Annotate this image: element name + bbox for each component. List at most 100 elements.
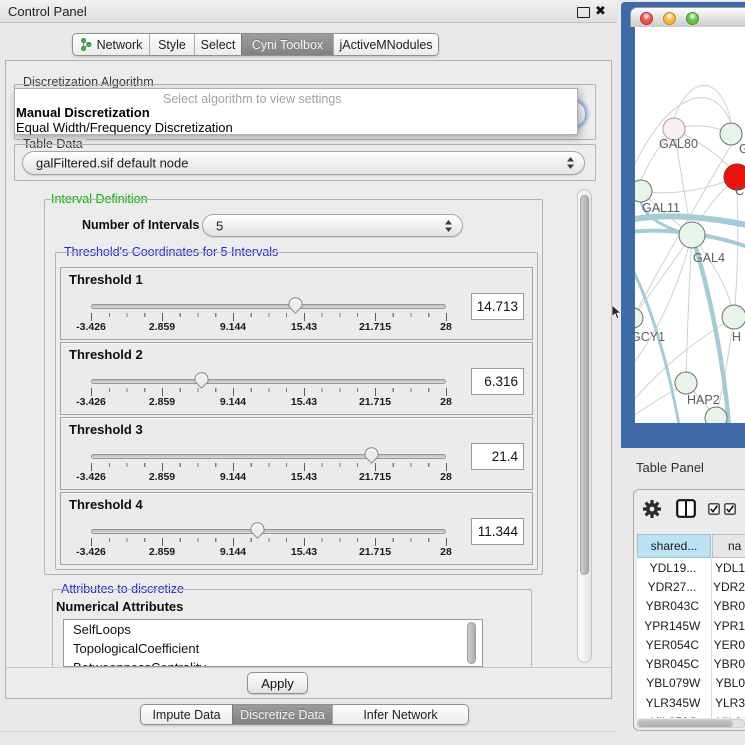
slider-track[interactable]: [91, 379, 446, 384]
slider-tick-label: 9.144: [220, 546, 246, 558]
table-data-selected-value: galFiltered.sif default node: [36, 156, 188, 171]
slider-tick-label: 28: [440, 396, 452, 408]
slider-tick-label: 21.715: [359, 396, 391, 408]
threshold-label: Threshold 4: [69, 497, 143, 512]
combo-stepper-icon: [567, 157, 574, 169]
numerical-attributes-label: Numerical Attributes: [56, 599, 183, 614]
slider-track[interactable]: [91, 454, 446, 459]
table-row[interactable]: YPR145WYPR1: [637, 616, 745, 635]
network-node-h[interactable]: [722, 305, 745, 329]
dropdown-hint-option[interactable]: Select algorithm to view settings: [163, 92, 342, 106]
slider-tick-label: -3.426: [76, 396, 106, 408]
checkbox-checked-icon[interactable]: [724, 503, 736, 515]
dropdown-option-manual-discretization[interactable]: Manual Discretization: [16, 105, 150, 120]
tab-select[interactable]: Select: [194, 34, 241, 55]
tab-label: Cyni Toolbox: [252, 38, 323, 52]
numerical-attributes-listbox[interactable]: SelfLoopsTopologicalCoefficientBetweenne…: [63, 619, 483, 667]
tab-style[interactable]: Style: [149, 34, 194, 55]
network-node-gal4[interactable]: [679, 222, 705, 248]
cell-shared-name: YIL052C: [637, 715, 711, 718]
slider-handle[interactable]: [288, 297, 303, 314]
table-row[interactable]: YBL079WYBL0: [637, 674, 745, 693]
slider-major-ticks: [91, 388, 447, 396]
network-node-gal11[interactable]: [635, 180, 652, 202]
slider-tick-label: 21.715: [359, 546, 391, 558]
table-row[interactable]: YER054CYER0: [637, 635, 745, 654]
screen: Control Panel ✖ NetworkStyleSelectCyni T…: [0, 0, 745, 745]
column-header-name[interactable]: na: [712, 534, 745, 558]
threshold-value-field[interactable]: 6.316: [471, 368, 524, 395]
table-hscrollbar-thumb[interactable]: [638, 720, 733, 727]
slider-tick-label: 28: [440, 546, 452, 558]
tab-discretize-data[interactable]: Discretize Data: [232, 705, 332, 724]
tab-jactivemnodules[interactable]: jActiveMNodules: [333, 34, 438, 55]
cell-name: YIL0: [711, 715, 742, 718]
dropdown-option-equal-width[interactable]: Equal Width/Frequency Discretization: [16, 120, 233, 135]
tab-impute-data[interactable]: Impute Data: [141, 705, 232, 724]
network-node-hap2[interactable]: [675, 372, 697, 394]
apply-button[interactable]: Apply: [247, 672, 308, 694]
slider-tick-label: -3.426: [76, 471, 106, 483]
window-close-button[interactable]: [640, 12, 653, 25]
threshold-value-field[interactable]: 14.713: [471, 293, 524, 320]
slider-handle[interactable]: [194, 372, 209, 389]
slider-tick-label: 15.43: [291, 396, 317, 408]
threshold-panel-4: Threshold 4-3.4262.8599.14415.4321.71528…: [60, 492, 533, 565]
slider-tick-label: 2.859: [149, 321, 175, 333]
checkbox-checked-icon[interactable]: [708, 503, 720, 515]
number-of-intervals-combobox[interactable]: 5: [202, 214, 463, 237]
cell-name: YPR1: [708, 619, 745, 633]
split-columns-icon[interactable]: [676, 499, 696, 518]
network-node-label: HAP2: [687, 393, 720, 407]
tab-network[interactable]: Network: [73, 34, 149, 55]
cell-shared-name: YBR045C: [637, 657, 708, 671]
column-header-shared-name[interactable]: shared...: [637, 534, 711, 558]
cell-shared-name: YDL19...: [637, 561, 709, 575]
content-divider: [6, 667, 611, 668]
tab-label: Network: [97, 38, 143, 52]
table-row[interactable]: YBR043CYBR0: [637, 597, 745, 616]
table-row[interactable]: YLR345WYLR3: [637, 693, 745, 712]
gear-icon[interactable]: [643, 500, 661, 518]
slider-track[interactable]: [91, 304, 446, 309]
float-panel-icon[interactable]: [577, 7, 590, 18]
slider-tick-label: 15.43: [291, 471, 317, 483]
table-data-combobox[interactable]: galFiltered.sif default node: [22, 151, 585, 175]
cell-name: YDL1: [709, 561, 745, 575]
attribute-list-item[interactable]: SelfLoops: [64, 620, 482, 639]
close-panel-icon[interactable]: ✖: [595, 3, 606, 19]
table-panel-title: Table Panel: [636, 460, 704, 475]
tab-label: Style: [158, 38, 186, 52]
slider-tick-label: -3.426: [76, 546, 106, 558]
cell-name: YER0: [708, 638, 745, 652]
table-row[interactable]: YIL052CYIL0: [637, 712, 745, 718]
network-canvas[interactable]: GAL80GACGAL11GAL4GCY1HHAP2: [635, 27, 745, 423]
threshold-value-field[interactable]: 11.344: [471, 518, 524, 545]
table-row[interactable]: YDL19...YDL1: [637, 558, 745, 577]
tab-infer-network[interactable]: Infer Network: [332, 705, 468, 724]
slider-handle[interactable]: [364, 447, 379, 464]
content-scrollbar-thumb[interactable]: [580, 195, 589, 575]
attribute-list-item[interactable]: TopologicalCoefficient: [64, 639, 482, 658]
threshold-panel-2: Threshold 2-3.4262.8599.14415.4321.71528…: [60, 342, 533, 415]
table-row[interactable]: YBR045CYBR0: [637, 654, 745, 673]
tab-cyni-toolbox[interactable]: Cyni Toolbox: [241, 34, 333, 55]
window-zoom-button[interactable]: [686, 12, 699, 25]
control-panel-tab-bar: Network Style Select Cyni Toolbox jActiveMNo…: [72, 33, 439, 56]
threshold-value-field[interactable]: 21.4: [471, 443, 524, 470]
tab-label: Impute Data: [152, 708, 220, 722]
cell-name: YBR0: [708, 657, 745, 671]
network-edge: [686, 235, 692, 383]
slider-handle[interactable]: [250, 522, 265, 539]
attributes-list-scrollbar-thumb[interactable]: [467, 622, 476, 664]
window-minimize-button[interactable]: [663, 12, 676, 25]
network-node-gcy1[interactable]: [635, 308, 643, 328]
table-row[interactable]: YDR27...YDR2: [637, 577, 745, 596]
network-node-label: GA: [739, 142, 745, 156]
attribute-list-item[interactable]: BetweennessCentrality: [64, 658, 482, 667]
cell-name: YLR3: [709, 696, 745, 710]
cell-name: YDR2: [707, 580, 745, 594]
slider-tick-label: 21.715: [359, 471, 391, 483]
network-node[interactable]: [705, 407, 727, 423]
slider-track[interactable]: [91, 529, 446, 534]
